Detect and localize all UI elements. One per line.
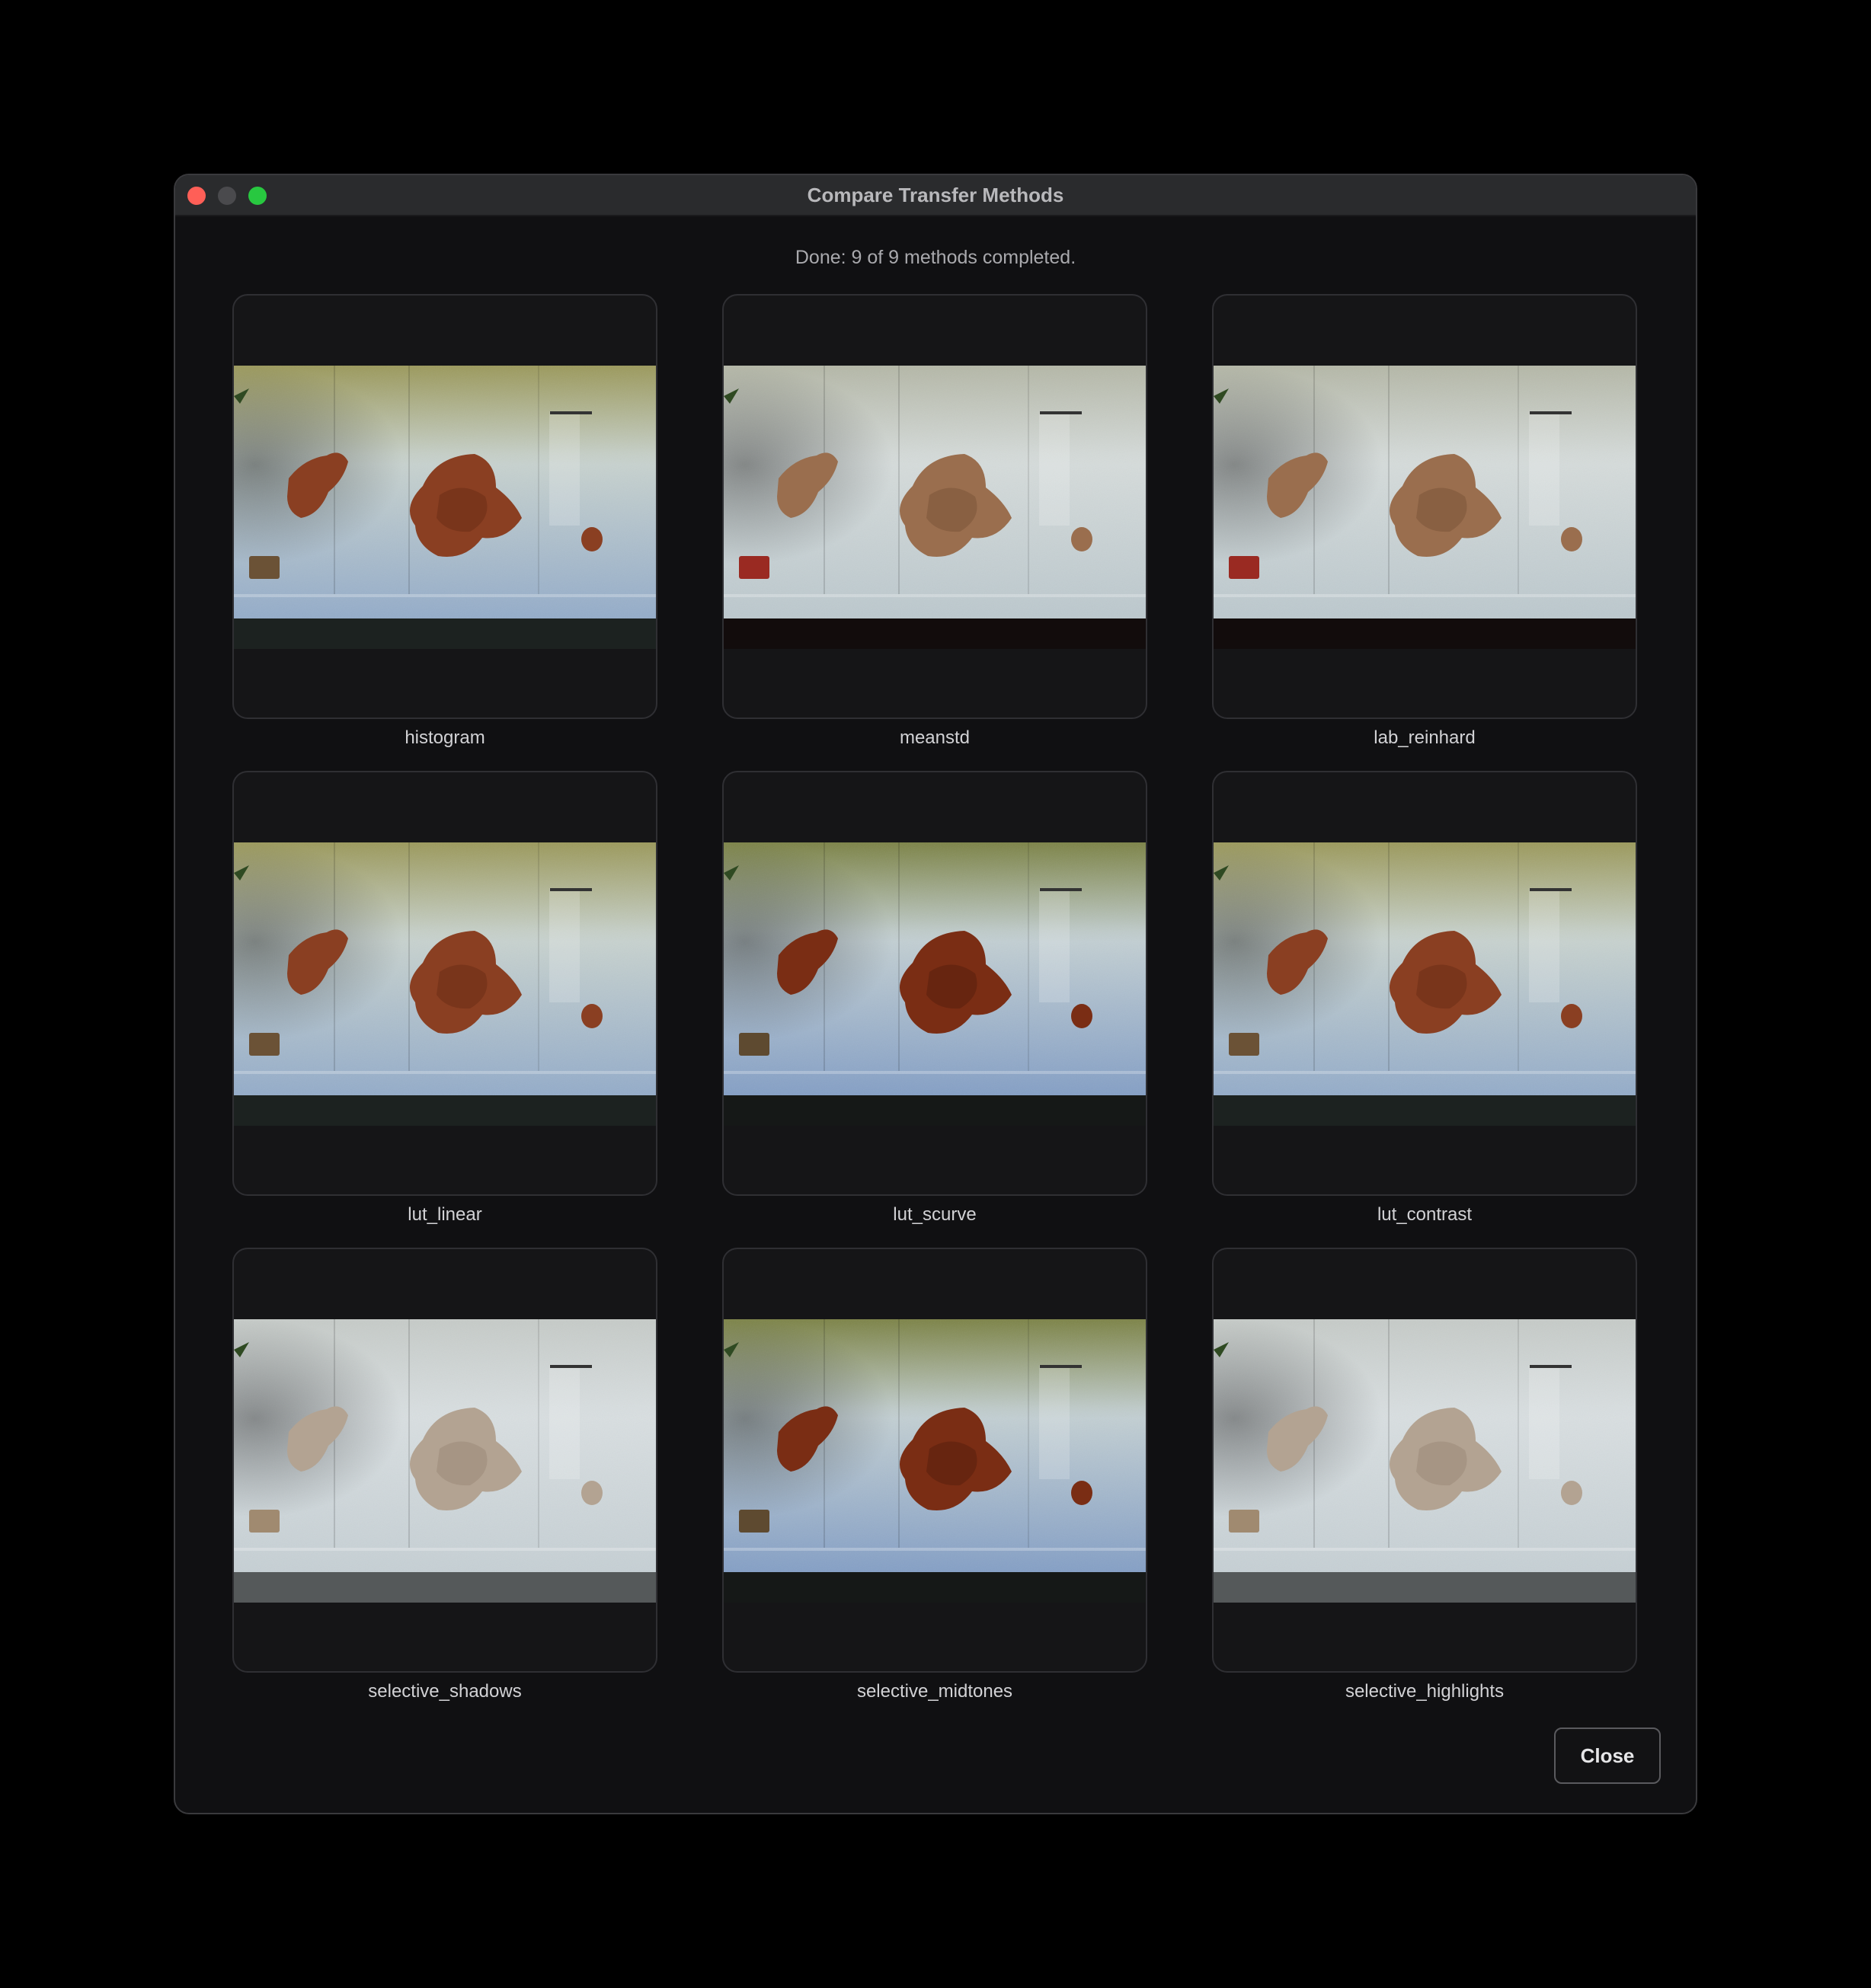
status-text: Done: 9 of 9 methods completed.	[795, 247, 1076, 268]
result-label: meanstd	[899, 727, 971, 748]
result-label: selective_shadows	[368, 1681, 522, 1702]
result-thumbnail-image	[234, 842, 656, 1126]
result-label: lab_reinhard	[1374, 727, 1476, 748]
result-label: selective_highlights	[1345, 1681, 1505, 1702]
result-thumbnail-image	[724, 1319, 1146, 1603]
result-tile: lut_linear	[232, 771, 657, 1228]
result-thumbnail-image	[1214, 366, 1636, 649]
result-thumbnail[interactable]	[722, 1248, 1147, 1673]
result-thumbnail[interactable]	[232, 294, 657, 719]
result-thumbnail[interactable]	[722, 294, 1147, 719]
result-label: lut_linear	[408, 1204, 482, 1225]
result-thumbnail-image	[1214, 842, 1636, 1126]
result-thumbnail-image	[234, 1319, 656, 1603]
result-label: lut_scurve	[893, 1204, 977, 1225]
result-thumbnail[interactable]	[1212, 1248, 1637, 1673]
result-thumbnail-image	[234, 366, 656, 649]
results-grid: histogram meanstd lab_reinhard lut_linea…	[232, 294, 1639, 1705]
result-thumbnail[interactable]	[232, 771, 657, 1196]
result-thumbnail[interactable]	[232, 1248, 657, 1673]
result-tile: histogram	[232, 294, 657, 751]
result-thumbnail-image	[724, 842, 1146, 1126]
result-label: selective_midtones	[856, 1681, 1013, 1702]
result-tile: selective_shadows	[232, 1248, 657, 1705]
window-title: Compare Transfer Methods	[807, 184, 1064, 206]
result-tile: selective_highlights	[1212, 1248, 1637, 1705]
result-tile: selective_midtones	[722, 1248, 1147, 1705]
result-thumbnail-image	[1214, 1319, 1636, 1603]
result-tile: lut_scurve	[722, 771, 1147, 1228]
result-thumbnail[interactable]	[1212, 294, 1637, 719]
title-bar: Compare Transfer Methods	[175, 175, 1696, 216]
result-label: lut_contrast	[1377, 1204, 1473, 1225]
result-thumbnail-image	[724, 366, 1146, 649]
result-thumbnail[interactable]	[1212, 771, 1637, 1196]
result-tile: meanstd	[722, 294, 1147, 751]
compare-dialog: Compare Transfer Methods Done: 9 of 9 me…	[174, 174, 1697, 1814]
result-tile: lab_reinhard	[1212, 294, 1637, 751]
close-button[interactable]: Close	[1554, 1728, 1661, 1784]
result-tile: lut_contrast	[1212, 771, 1637, 1228]
result-thumbnail[interactable]	[722, 771, 1147, 1196]
result-label: histogram	[405, 727, 485, 748]
